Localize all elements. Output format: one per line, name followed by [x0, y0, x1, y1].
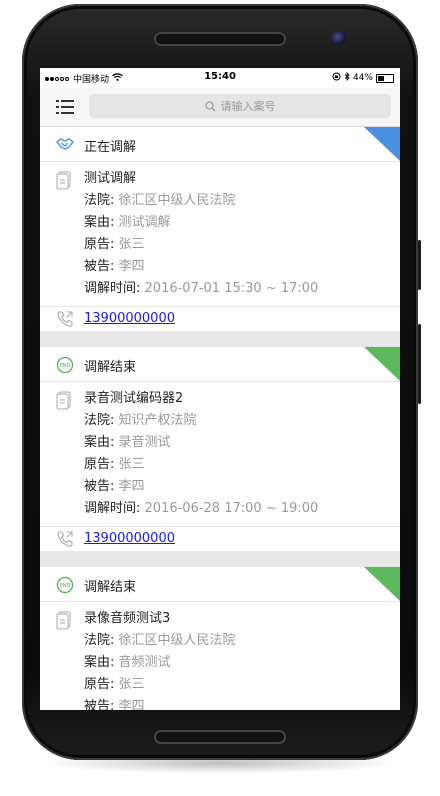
court-value: 徐汇区中级人民法院 — [118, 633, 236, 648]
defendant-value: 李四 — [118, 479, 145, 494]
document-icon — [56, 611, 74, 631]
svg-text:END: END — [60, 583, 71, 589]
mediation-time-label: 调解时间: — [84, 281, 141, 296]
court-value: 徐汇区中级人民法院 — [118, 193, 236, 208]
case-status-header: END 调解结束 — [40, 567, 400, 602]
bluetooth-icon — [344, 71, 350, 84]
court-label: 法院: — [84, 193, 115, 208]
cause-label: 案由: — [84, 435, 115, 450]
plaintiff-label: 原告: — [84, 457, 115, 472]
mediation-time-label: 调解时间: — [84, 501, 141, 516]
plaintiff-row: 原告: 张三 — [84, 234, 400, 256]
plaintiff-row: 原告: 张三 — [84, 674, 400, 696]
case-title: 录像音频测试3 — [84, 611, 171, 626]
contact-row: 13900000000 — [40, 527, 400, 551]
case-details: 录像音频测试3 法院: 徐汇区中级人民法院 案由: 音频测试 原告: 张三 被告… — [40, 602, 400, 710]
cause-row: 案由: 测试调解 — [84, 212, 400, 234]
defendant-value: 李四 — [118, 259, 145, 274]
phone-number-link[interactable]: 13900000000 — [84, 311, 175, 326]
phone-call-icon — [56, 530, 74, 548]
defendant-value: 李四 — [118, 699, 145, 710]
court-row: 法院: 徐汇区中级人民法院 — [84, 190, 400, 212]
battery-percent: 44% — [352, 73, 373, 83]
court-value: 知识产权法院 — [118, 413, 197, 428]
cause-value: 测试调解 — [118, 215, 171, 230]
cause-label: 案由: — [84, 655, 115, 670]
end-icon: END — [56, 576, 74, 594]
search-input[interactable]: 请输入案号 — [89, 94, 391, 118]
defendant-row: 被告: 李四 — [84, 256, 400, 278]
bottom-speaker — [154, 730, 286, 744]
end-icon: END — [56, 356, 74, 374]
cause-value: 音频测试 — [118, 655, 171, 670]
case-status-header: END 调解结束 — [40, 347, 400, 382]
case-details: 录音测试编码器2 法院: 知识产权法院 案由: 录音测试 原告: 张三 被告: … — [40, 382, 400, 527]
cause-row: 案由: 音频测试 — [84, 652, 400, 674]
card-separator — [40, 331, 400, 347]
mediation-time-value: 2016-07-01 15:30 ~ 17:00 — [144, 281, 319, 296]
plaintiff-row: 原告: 张三 — [84, 454, 400, 476]
menu-button[interactable] — [56, 99, 76, 115]
power-button — [418, 240, 421, 290]
cause-value: 录音测试 — [118, 435, 171, 450]
court-label: 法院: — [84, 413, 115, 428]
document-icon — [56, 171, 74, 191]
search-placeholder: 请输入案号 — [220, 100, 276, 113]
volume-button — [418, 324, 421, 404]
case-title: 测试调解 — [84, 171, 137, 186]
court-row: 法院: 徐汇区中级人民法院 — [84, 630, 400, 652]
cause-label: 案由: — [84, 215, 115, 230]
court-row: 法院: 知识产权法院 — [84, 410, 400, 432]
mediation-time-value: 2016-06-28 17:00 ~ 19:00 — [144, 501, 319, 516]
phone-number-link[interactable]: 13900000000 — [84, 531, 175, 546]
plaintiff-value: 张三 — [118, 237, 145, 252]
defendant-row: 被告: 李四 — [84, 476, 400, 498]
contact-row: 13900000000 — [40, 307, 400, 331]
court-label: 法院: — [84, 633, 115, 648]
mediation-time-row: 调解时间: 2016-07-01 15:30 ~ 17:00 — [84, 278, 400, 300]
search-icon — [204, 100, 215, 111]
status-corner-flag — [364, 127, 400, 161]
nav-bar: 请输入案号 — [40, 88, 400, 127]
plaintiff-label: 原告: — [84, 677, 115, 692]
defendant-row: 被告: 李四 — [84, 696, 400, 710]
defendant-label: 被告: — [84, 259, 115, 274]
status-corner-flag — [364, 567, 400, 601]
plaintiff-label: 原告: — [84, 237, 115, 252]
mediation-time-row: 调解时间: 2016-06-28 17:00 ~ 19:00 — [84, 498, 400, 520]
case-status: 正在调解 — [84, 140, 137, 155]
case-status: 调解结束 — [84, 360, 137, 375]
document-icon — [56, 391, 74, 411]
earpiece-speaker — [154, 32, 286, 46]
svg-text:END: END — [60, 363, 71, 369]
plaintiff-value: 张三 — [118, 457, 145, 472]
card-separator — [40, 551, 400, 567]
case-title: 录音测试编码器2 — [84, 391, 184, 406]
status-corner-flag — [364, 347, 400, 381]
orientation-lock-icon — [332, 72, 341, 84]
case-details: 测试调解 法院: 徐汇区中级人民法院 案由: 测试调解 原告: 张三 被告: 李… — [40, 162, 400, 307]
phone-call-icon — [56, 310, 74, 328]
status-bar: 中国移动 15:40 44% — [40, 68, 400, 88]
case-card[interactable]: END 调解结束 录像音频测试3 法院: 徐汇区中级人民法院 案由: 音频测试 … — [40, 567, 400, 710]
front-camera — [332, 31, 346, 45]
case-card[interactable]: END 调解结束 录音测试编码器2 法院: 知识产权法院 案由: 录音测试 原告… — [40, 347, 400, 551]
app-screen: 中国移动 15:40 44% 请输入案号 正在调解 测试调解 法院: 徐汇区中级… — [40, 68, 400, 710]
battery-icon — [376, 73, 394, 83]
case-card[interactable]: 正在调解 测试调解 法院: 徐汇区中级人民法院 案由: 测试调解 原告: 张三 … — [40, 127, 400, 331]
handshake-icon — [56, 136, 74, 152]
plaintiff-value: 张三 — [118, 677, 145, 692]
case-status-header: 正在调解 — [40, 127, 400, 162]
case-status: 调解结束 — [84, 580, 137, 595]
defendant-label: 被告: — [84, 699, 115, 710]
cause-row: 案由: 录音测试 — [84, 432, 400, 454]
defendant-label: 被告: — [84, 479, 115, 494]
